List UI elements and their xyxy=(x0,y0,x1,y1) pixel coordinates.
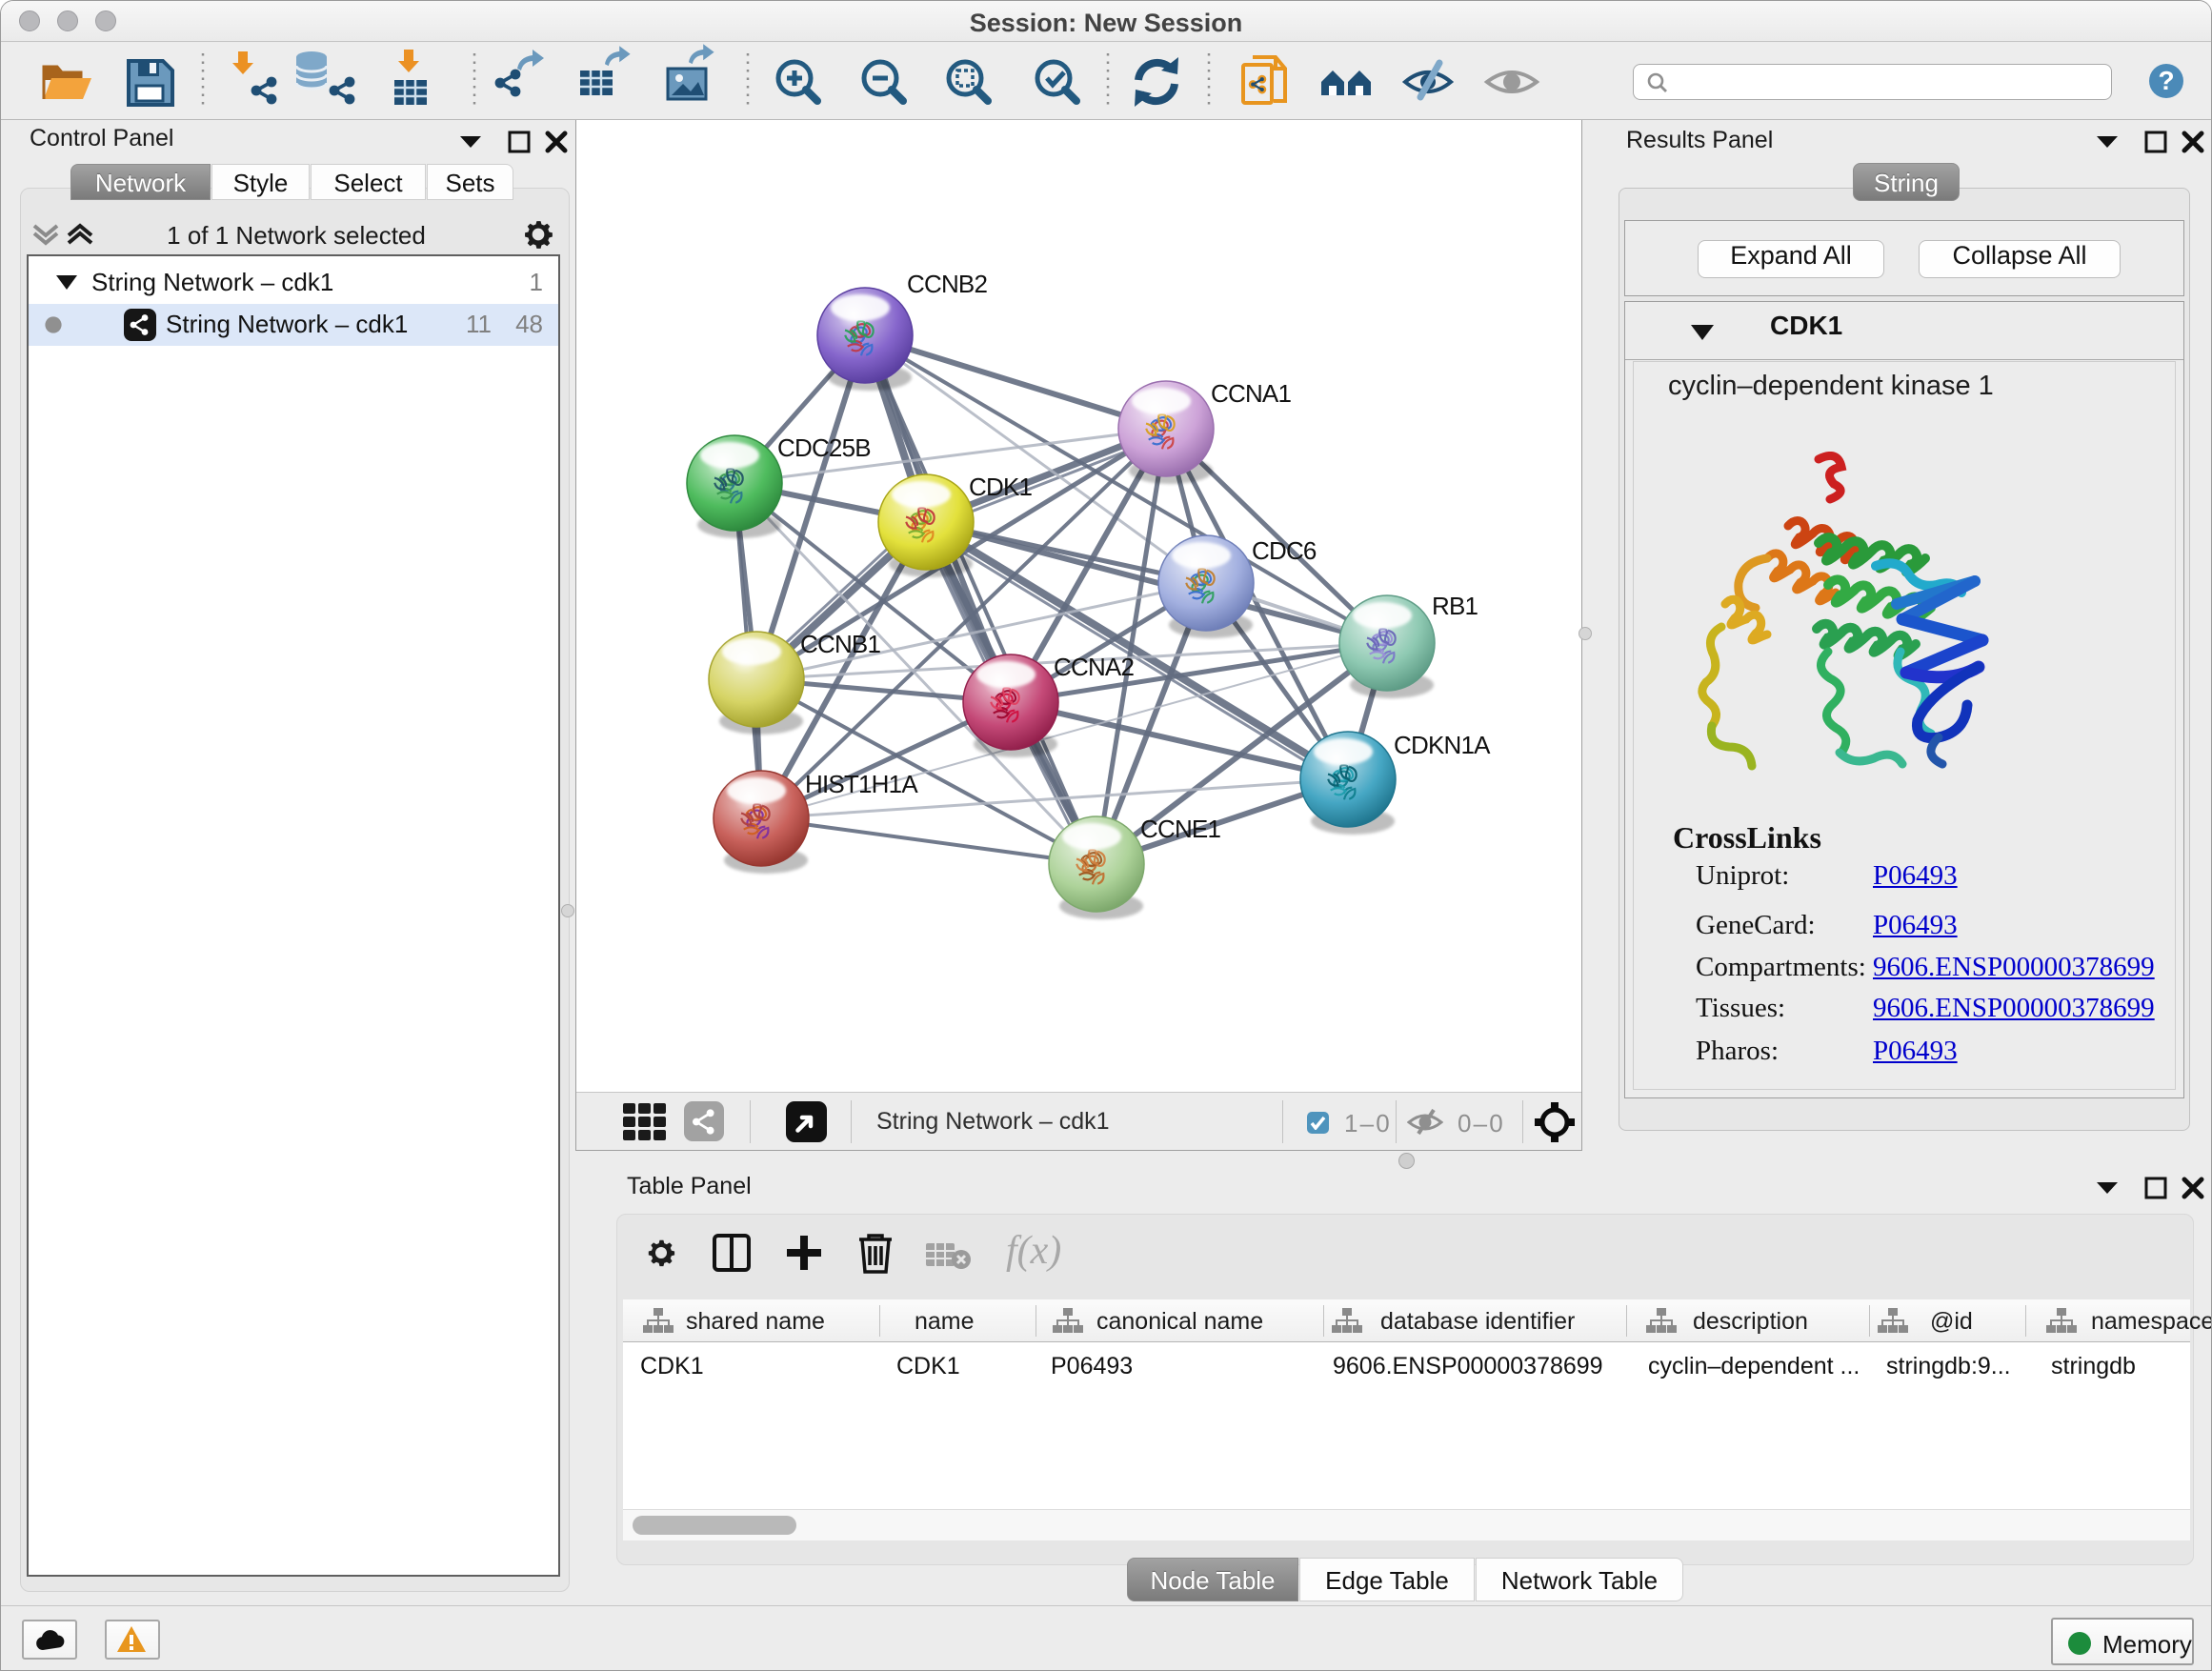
svg-text:RB1: RB1 xyxy=(1432,592,1478,620)
svg-text:CCNB2: CCNB2 xyxy=(907,270,987,298)
svg-text:HIST1H1A: HIST1H1A xyxy=(805,770,918,798)
svg-text:CCNE1: CCNE1 xyxy=(1140,815,1220,843)
svg-text:CCNA1: CCNA1 xyxy=(1211,379,1291,408)
svg-text:CDC6: CDC6 xyxy=(1252,536,1317,565)
svg-text:CCNA2: CCNA2 xyxy=(1054,653,1134,681)
svg-text:CCNB1: CCNB1 xyxy=(800,630,880,658)
svg-text:CDC25B: CDC25B xyxy=(777,433,871,462)
svg-text:CDKN1A: CDKN1A xyxy=(1394,731,1491,759)
svg-text:CDK1: CDK1 xyxy=(969,473,1032,501)
